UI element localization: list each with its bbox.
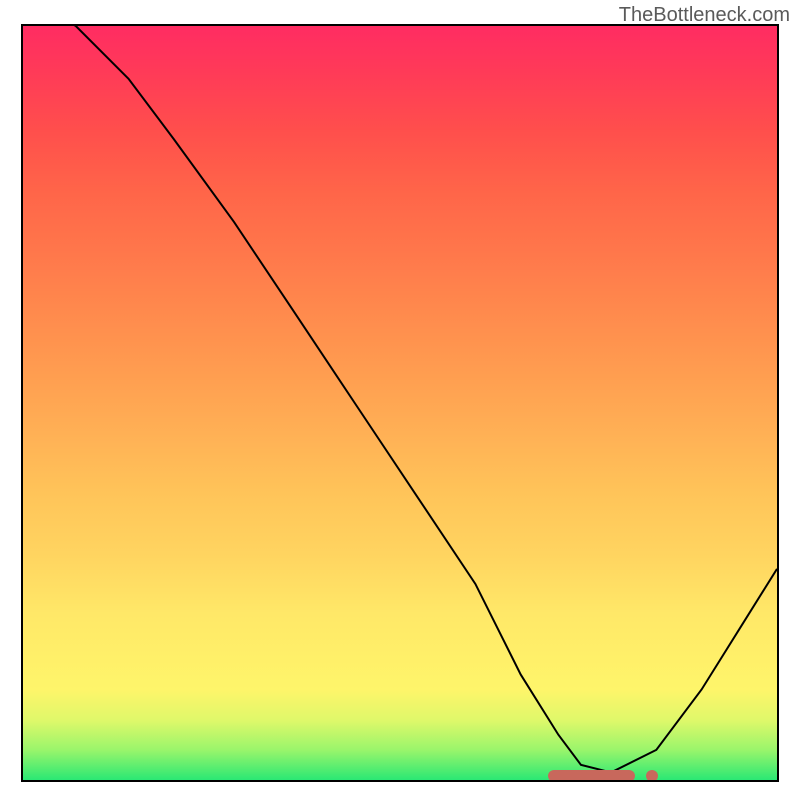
optimal-dot-marker xyxy=(646,770,658,782)
watermark-text: TheBottleneck.com xyxy=(619,4,790,27)
value-curve xyxy=(23,26,777,780)
chart-plot-area xyxy=(21,24,779,782)
optimal-range-marker xyxy=(548,770,636,782)
